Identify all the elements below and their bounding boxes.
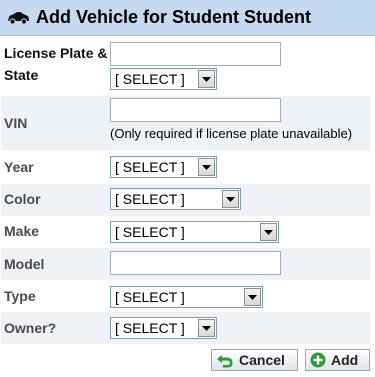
type-select[interactable]: [ SELECT ] — [110, 286, 263, 308]
cancel-label: Cancel — [239, 352, 285, 368]
dialog-title: Add Vehicle for Student Student — [36, 7, 312, 27]
type-label: Type — [4, 288, 36, 304]
dropdown-arrow-icon[interactable] — [198, 158, 215, 176]
year-value: [ SELECT ] — [115, 159, 185, 175]
owner-value: [ SELECT ] — [115, 320, 185, 336]
owner-select[interactable]: [ SELECT ] — [110, 317, 217, 339]
make-value: [ SELECT ] — [115, 224, 185, 240]
vin-input[interactable] — [110, 98, 281, 122]
vin-label: VIN — [4, 115, 28, 131]
year-select[interactable]: [ SELECT ] — [110, 156, 217, 178]
vin-hint: (Only required if license plate unavaila… — [110, 126, 353, 141]
color-label: Color — [4, 191, 41, 207]
color-select[interactable]: [ SELECT ] — [110, 188, 241, 210]
make-row: Make [ SELECT ] — [1, 216, 370, 248]
dropdown-arrow-icon[interactable] — [244, 288, 261, 306]
license-state-select[interactable]: [ SELECT ] — [110, 68, 217, 90]
dialog-titlebar: Add Vehicle for Student Student — [0, 0, 375, 36]
model-row: Model — [1, 248, 370, 280]
add-label: Add — [331, 352, 359, 368]
dropdown-arrow-icon[interactable] — [198, 70, 215, 88]
color-value: [ SELECT ] — [115, 191, 185, 207]
model-label: Model — [4, 256, 45, 272]
license-state-value: [ SELECT ] — [115, 71, 185, 87]
cancel-button[interactable]: Cancel — [211, 349, 298, 371]
make-label: Make — [4, 223, 40, 239]
license-plate-input[interactable] — [110, 42, 281, 66]
dropdown-arrow-icon[interactable] — [222, 190, 239, 208]
license-label: License Plate & State — [4, 45, 108, 83]
undo-arrow-icon — [217, 355, 233, 368]
year-row: Year [ SELECT ] — [1, 152, 370, 182]
year-label: Year — [4, 159, 34, 175]
type-value: [ SELECT ] — [115, 289, 185, 305]
car-icon — [8, 11, 29, 25]
plus-circle-icon — [310, 352, 326, 368]
model-input[interactable] — [110, 251, 281, 275]
dropdown-arrow-icon[interactable] — [260, 223, 277, 241]
owner-label: Owner? — [4, 320, 57, 336]
license-row: License Plate & State [ SELECT ] — [1, 38, 370, 96]
type-row: Type [ SELECT ] — [1, 280, 370, 312]
dropdown-arrow-icon[interactable] — [198, 319, 215, 337]
add-button[interactable]: Add — [305, 349, 370, 371]
color-row: Color [ SELECT ] — [1, 184, 370, 216]
make-select[interactable]: [ SELECT ] — [110, 221, 279, 243]
owner-row: Owner? [ SELECT ] — [1, 312, 370, 344]
vin-row: VIN (Only required if license plate unav… — [1, 96, 370, 150]
